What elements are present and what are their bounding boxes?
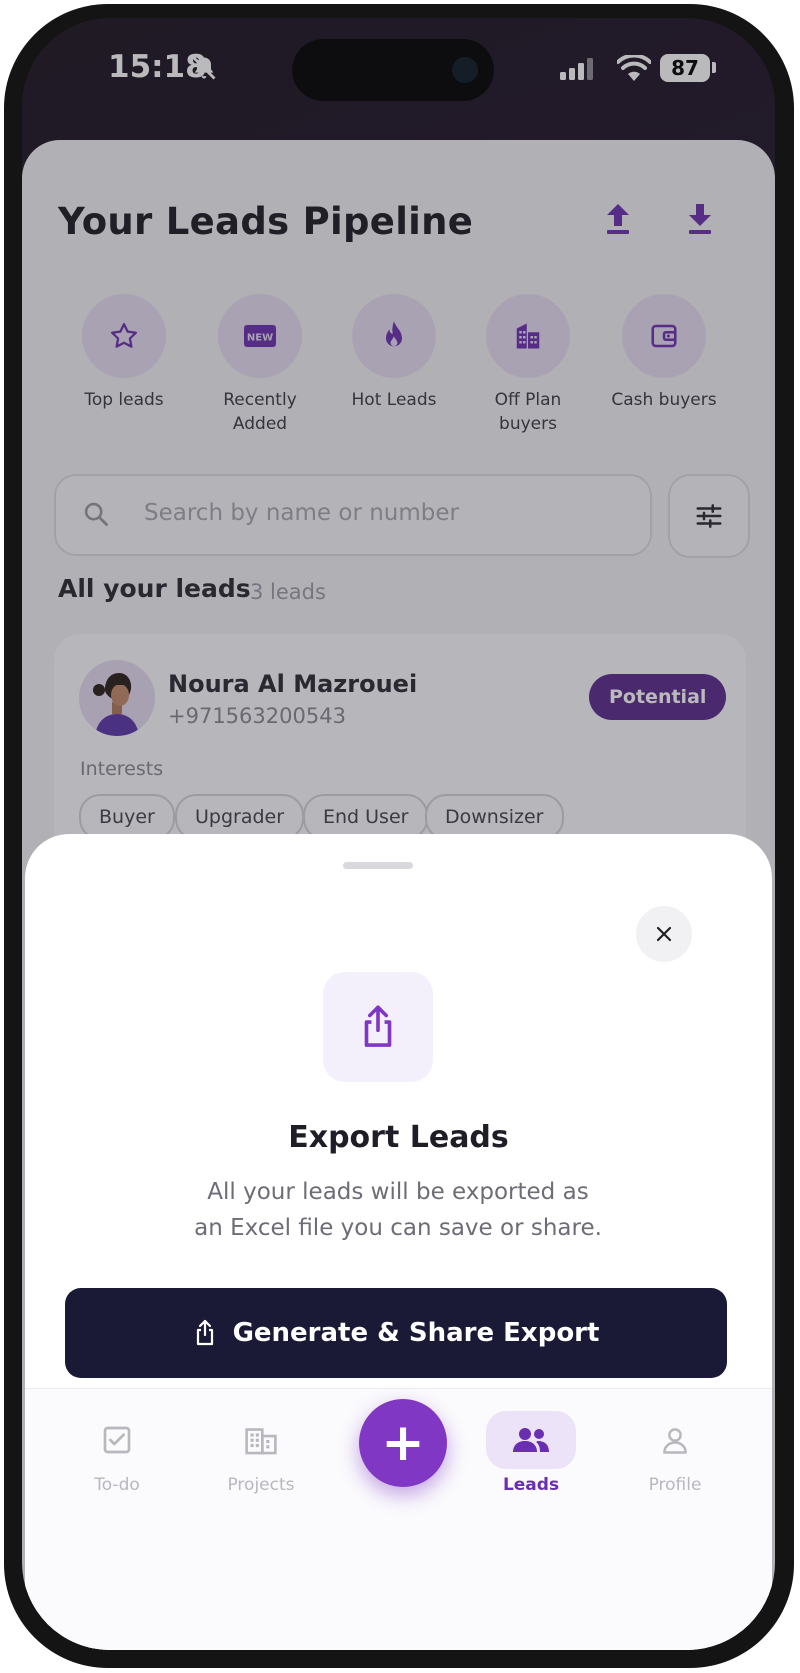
share-icon xyxy=(364,1005,392,1047)
close-icon xyxy=(656,926,672,942)
add-lead-button[interactable]: + xyxy=(359,1399,447,1487)
sheet-title: Export Leads xyxy=(288,1120,509,1155)
nav-label: To-do xyxy=(94,1475,140,1495)
screen: 15:18 87 Your Leads Pipeline Top leads N… xyxy=(22,18,775,1650)
generate-export-button[interactable]: Generate & Share Export xyxy=(65,1288,727,1378)
nav-profile[interactable]: Profile xyxy=(615,1411,735,1495)
nav-todo[interactable]: To-do xyxy=(57,1411,177,1495)
person-icon xyxy=(663,1428,687,1454)
sheet-description-line: All your leads will be exported as xyxy=(207,1179,589,1205)
building-icon xyxy=(245,1428,277,1455)
nav-leads[interactable]: Leads xyxy=(471,1411,591,1495)
sheet-description-line: an Excel file you can save or share. xyxy=(194,1215,602,1241)
generate-export-label: Generate & Share Export xyxy=(232,1318,600,1348)
nav-projects[interactable]: Projects xyxy=(201,1411,321,1495)
sheet-description: All your leads will be exported as an Ex… xyxy=(145,1174,651,1246)
sheet-grabber[interactable] xyxy=(343,862,413,869)
plus-icon: + xyxy=(381,1413,425,1473)
checkbox-icon xyxy=(103,1426,131,1454)
close-button[interactable] xyxy=(636,906,692,962)
bottom-nav: To-do Projects + Leads Profile xyxy=(25,1388,772,1650)
nav-label: Profile xyxy=(648,1475,702,1495)
nav-label: Projects xyxy=(227,1475,295,1495)
people-icon xyxy=(513,1428,549,1452)
nav-label: Leads xyxy=(502,1475,560,1495)
share-icon xyxy=(196,1319,213,1346)
export-icon-box xyxy=(323,972,433,1082)
